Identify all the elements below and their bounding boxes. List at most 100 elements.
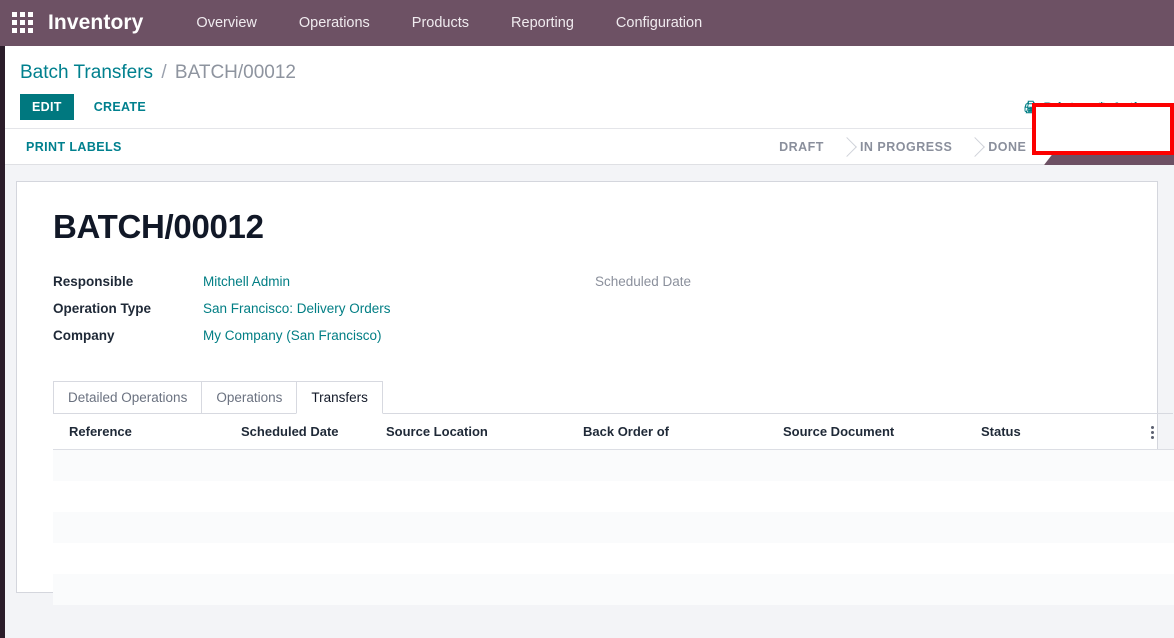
table-row[interactable] — [53, 449, 1174, 481]
table-row[interactable] — [53, 542, 1174, 574]
table-cell — [1151, 543, 1174, 574]
edit-button[interactable]: EDIT — [20, 94, 74, 120]
column-header-scheduled-date[interactable]: Scheduled Date — [241, 414, 386, 451]
notebook-tabs: Detailed Operations Operations Transfers — [53, 381, 1173, 414]
table-row[interactable] — [53, 511, 1174, 543]
column-header-status[interactable]: Status — [981, 414, 1151, 451]
status-stage-in-progress[interactable]: IN PROGRESS — [838, 128, 966, 165]
table-cell — [583, 512, 783, 543]
status-stage-draft[interactable]: DRAFT — [765, 128, 838, 165]
action-button[interactable]: ⚙ Action — [1096, 100, 1154, 115]
status-stage-done[interactable]: DONE — [966, 128, 1040, 165]
menu-item-products[interactable]: Products — [391, 11, 490, 35]
transfers-table-body — [53, 449, 1174, 605]
main-menu: Overview Operations Products Reporting C… — [175, 11, 723, 35]
table-cell — [583, 481, 783, 512]
table-cell — [783, 481, 981, 512]
table-cell — [1151, 512, 1174, 543]
table-cell — [981, 543, 1151, 574]
field-scheduled-date-label: Scheduled Date — [595, 274, 692, 289]
notebook: Detailed Operations Operations Transfers… — [37, 381, 1174, 605]
table-cell — [386, 512, 583, 543]
tab-transfers[interactable]: Transfers — [296, 381, 383, 414]
table-cell — [583, 450, 783, 481]
optional-columns-header — [1151, 414, 1174, 451]
field-operation-type-value[interactable]: San Francisco: Delivery Orders — [203, 301, 391, 316]
table-header-row: Reference Scheduled Date Source Location… — [53, 414, 1174, 451]
form-sheet: BATCH/00012 Responsible Mitchell Admin O… — [16, 181, 1174, 605]
sheet-background: BATCH/00012 Responsible Mitchell Admin O… — [0, 165, 1174, 638]
table-cell — [53, 512, 241, 543]
menu-item-overview[interactable]: Overview — [175, 11, 277, 35]
breadcrumb: Batch Transfers / BATCH/00012 — [20, 46, 1174, 90]
menu-item-configuration[interactable]: Configuration — [595, 11, 723, 35]
table-cell — [981, 450, 1151, 481]
field-operation-type-label: Operation Type — [53, 301, 152, 316]
field-responsible-value[interactable]: Mitchell Admin — [203, 274, 290, 289]
table-cell — [783, 512, 981, 543]
vertical-dots-icon[interactable] — [1151, 426, 1154, 440]
field-responsible-label: Responsible — [53, 274, 134, 289]
table-cell — [1151, 481, 1174, 512]
table-cell — [981, 481, 1151, 512]
column-header-source-document[interactable]: Source Document — [783, 414, 981, 451]
table-cell — [53, 574, 241, 605]
control-panel-buttons: EDIT CREATE 🖨 Print ⚙ Action — [20, 90, 1174, 128]
table-row[interactable] — [53, 480, 1174, 512]
form-fields: Responsible Mitchell Admin Operation Typ… — [37, 246, 1137, 355]
menu-item-reporting[interactable]: Reporting — [490, 11, 595, 35]
transfers-table-header: Reference Scheduled Date Source Location… — [53, 414, 1174, 451]
table-cell — [241, 512, 386, 543]
table-row[interactable] — [53, 573, 1174, 605]
print-button[interactable]: 🖨 Print — [1023, 100, 1074, 115]
field-scheduled-date: Scheduled Date — [595, 274, 1137, 289]
tab-detailed-operations[interactable]: Detailed Operations — [53, 381, 203, 414]
control-panel: Batch Transfers / BATCH/00012 EDIT CREAT… — [0, 46, 1174, 128]
table-cell — [53, 543, 241, 574]
column-header-back-order-of[interactable]: Back Order of — [583, 414, 783, 451]
table-cell — [783, 574, 981, 605]
table-cell — [53, 481, 241, 512]
print-button-label: Print — [1043, 99, 1075, 115]
form-fields-right-column: Scheduled Date — [595, 274, 1137, 355]
table-cell — [583, 543, 783, 574]
field-company-value[interactable]: My Company (San Francisco) — [203, 328, 382, 343]
table-cell — [241, 574, 386, 605]
table-cell — [241, 481, 386, 512]
field-company-label: Company — [53, 328, 115, 343]
apps-grid-icon[interactable] — [12, 12, 34, 34]
table-cell — [783, 543, 981, 574]
transfers-table: Reference Scheduled Date Source Location… — [53, 414, 1174, 605]
statusbar-row: PRINT LABELS DRAFT IN PROGRESS DONE CANC… — [0, 103, 1174, 165]
control-panel-right-actions: 🖨 Print ⚙ Action — [1023, 100, 1154, 115]
gear-icon: ⚙ — [1096, 100, 1107, 114]
breadcrumb-root[interactable]: Batch Transfers — [20, 62, 153, 83]
table-cell — [386, 450, 583, 481]
top-navbar: Inventory Overview Operations Products R… — [0, 0, 1174, 46]
status-stage-cancelled[interactable]: CANCELLED — [1044, 128, 1174, 165]
create-button[interactable]: CREATE — [84, 94, 156, 120]
page-title: BATCH/00012 — [53, 208, 264, 245]
table-cell — [53, 450, 241, 481]
action-button-label: Action — [1112, 99, 1154, 115]
table-cell — [386, 574, 583, 605]
column-header-source-location[interactable]: Source Location — [386, 414, 583, 451]
breadcrumb-current: BATCH/00012 — [174, 62, 297, 83]
table-cell — [981, 574, 1151, 605]
field-responsible: Responsible Mitchell Admin — [53, 274, 595, 289]
menu-item-operations[interactable]: Operations — [278, 11, 391, 35]
tab-operations[interactable]: Operations — [201, 381, 298, 414]
breadcrumb-separator: / — [161, 62, 167, 83]
table-cell — [386, 481, 583, 512]
table-cell — [981, 512, 1151, 543]
table-cell — [241, 450, 386, 481]
app-brand-inventory[interactable]: Inventory — [48, 11, 143, 35]
form-fields-left-column: Responsible Mitchell Admin Operation Typ… — [53, 274, 595, 355]
print-labels-button[interactable]: PRINT LABELS — [20, 136, 128, 158]
column-header-reference[interactable]: Reference — [53, 414, 241, 451]
page-body: Batch Transfers / BATCH/00012 EDIT CREAT… — [0, 46, 1174, 638]
status-pipeline: DRAFT IN PROGRESS DONE CANCELLED — [765, 128, 1174, 165]
table-cell — [583, 574, 783, 605]
table-cell — [386, 543, 583, 574]
field-company: Company My Company (San Francisco) — [53, 328, 595, 343]
